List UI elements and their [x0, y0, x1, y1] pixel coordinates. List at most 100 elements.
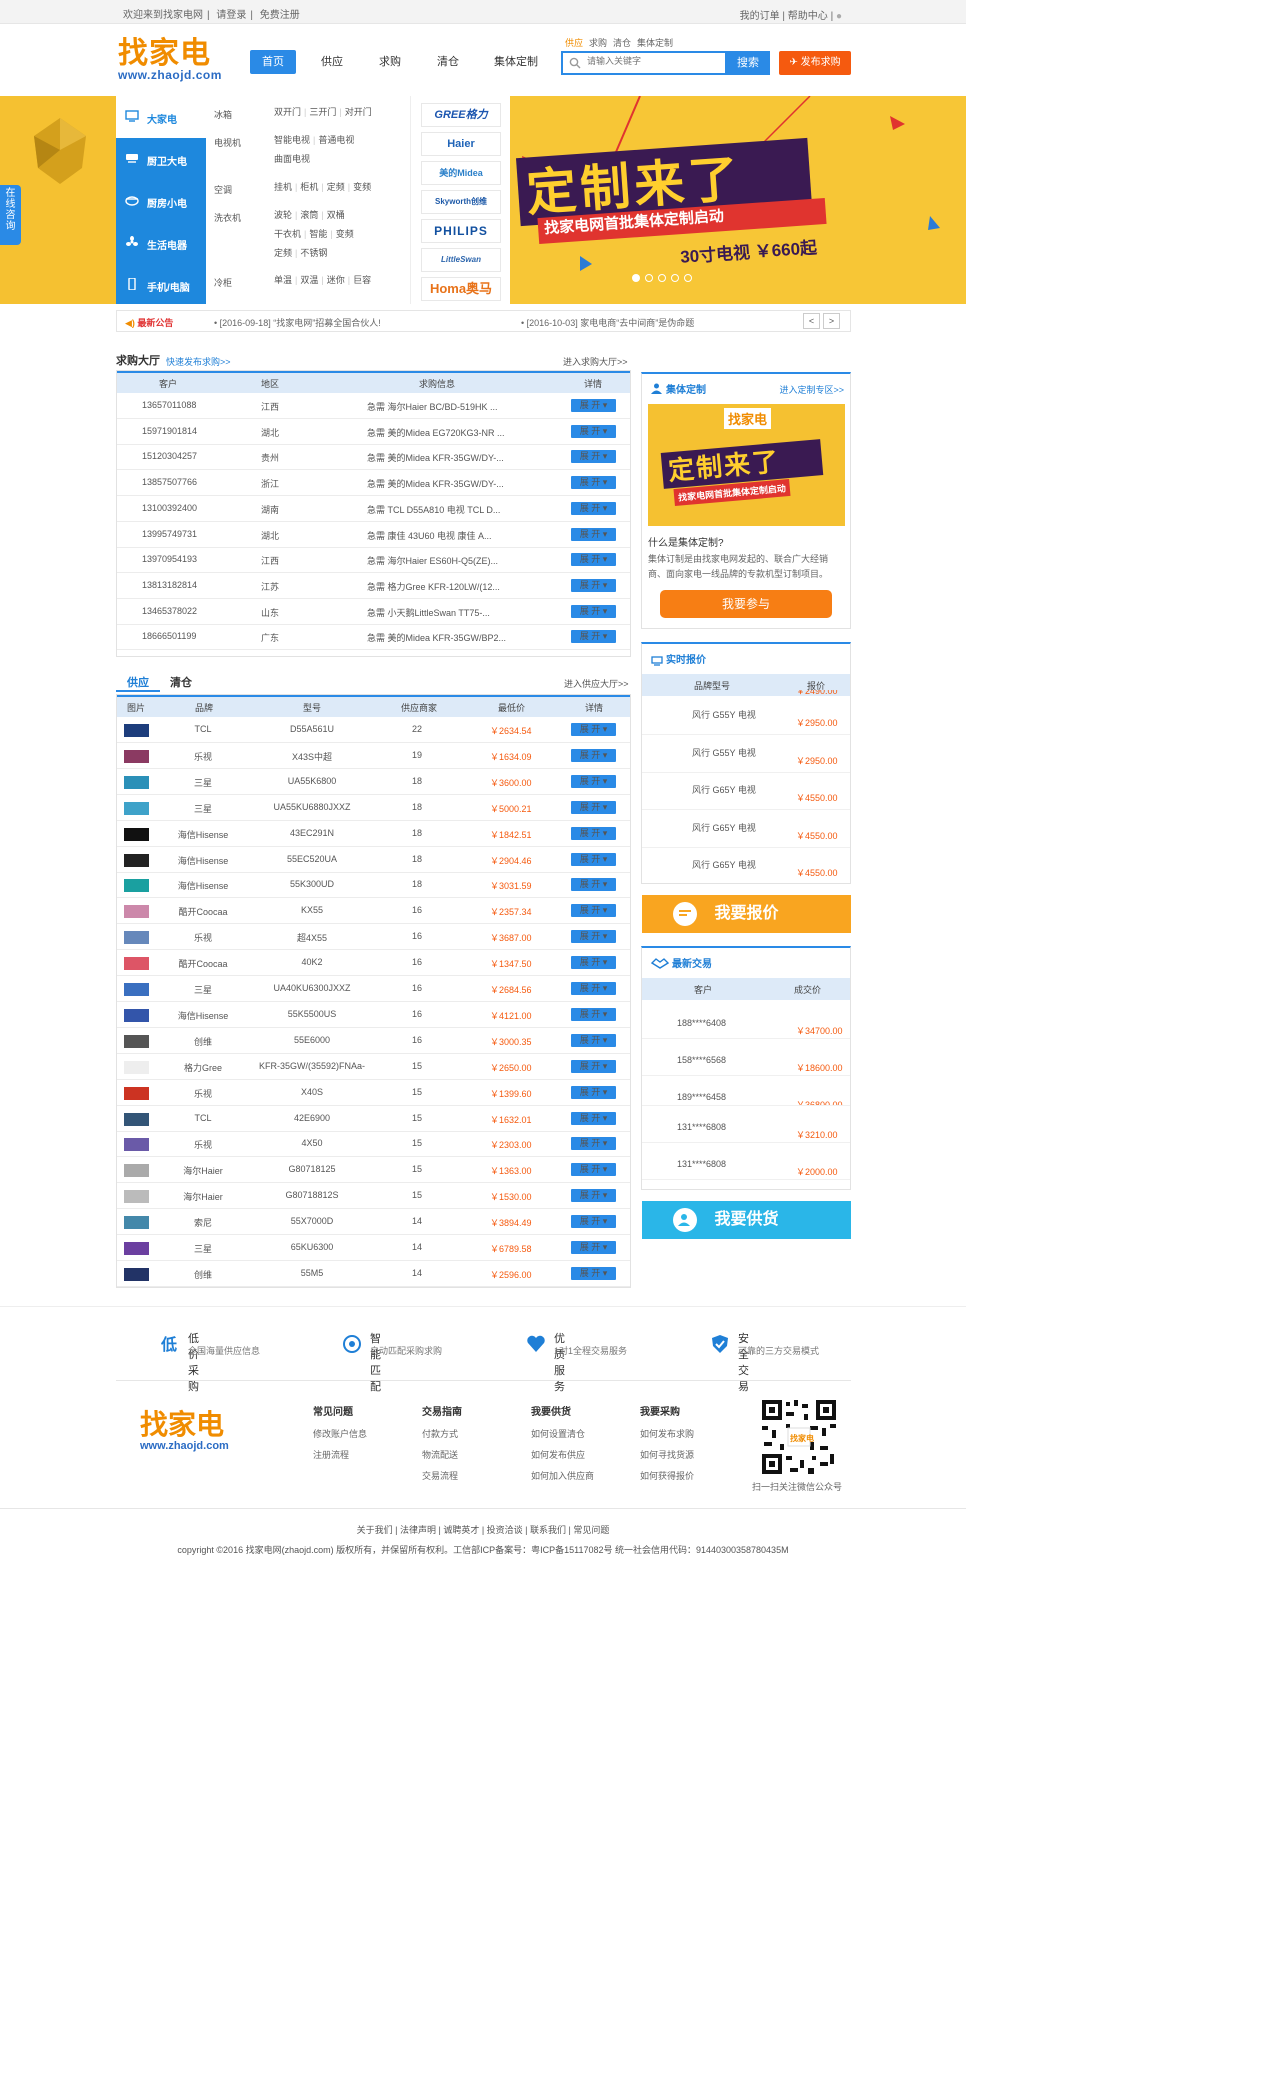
nav-custom[interactable]: 集体定制 — [486, 50, 546, 74]
brand-homa[interactable]: Homa奥马 — [421, 277, 501, 301]
footer-link[interactable]: 付款方式 — [422, 1427, 462, 1440]
footer-logo[interactable]: 找家电 www.zhaojd.com — [140, 1410, 260, 1453]
subcat-link[interactable]: 普通电视 — [318, 131, 354, 150]
expand-button[interactable]: 展 开 ▾ — [571, 930, 616, 944]
expand-button[interactable]: 展 开 ▾ — [571, 450, 616, 464]
login-link[interactable]: 请登录 — [216, 10, 246, 21]
category-kitchen-small[interactable]: 厨房小电 — [116, 180, 206, 222]
brand-haier[interactable]: Haier — [421, 132, 501, 156]
expand-button[interactable]: 展 开 ▾ — [571, 1266, 616, 1280]
supply-tab-clearance[interactable]: 清仓 — [170, 674, 192, 690]
subcat-link[interactable]: 双开门 — [274, 103, 301, 122]
footer-link[interactable]: 如何发布求购 — [640, 1427, 694, 1440]
publish-purchase-button[interactable]: ✈ 发布求购 — [779, 51, 851, 75]
nav-clearance[interactable]: 清仓 — [428, 50, 468, 74]
subcat-link[interactable]: 挂机 — [274, 178, 292, 197]
footer-link[interactable]: 如何设置清仓 — [531, 1427, 594, 1440]
footer-link[interactable]: 如何寻找货源 — [640, 1448, 694, 1461]
category-big-appliance[interactable]: 大家电 — [116, 96, 206, 138]
subcat-link[interactable]: 双桶 — [327, 206, 345, 225]
nav-home[interactable]: 首页 — [250, 50, 296, 74]
expand-button[interactable]: 展 开 ▾ — [571, 630, 616, 644]
expand-button[interactable]: 展 开 ▾ — [571, 1007, 616, 1021]
notice-item[interactable]: • [2016-09-18] “找家电网”招募全国合伙人! — [214, 316, 381, 329]
search-tab-custom[interactable]: 集体定制 — [637, 38, 673, 48]
footer-link[interactable]: 交易流程 — [422, 1469, 462, 1482]
carousel-dot[interactable] — [684, 274, 692, 282]
help-link[interactable]: 帮助中心 — [788, 11, 828, 22]
brand-midea[interactable]: 美的Midea — [421, 161, 501, 185]
subcat-link[interactable]: 滚筒 — [300, 206, 318, 225]
search-button[interactable]: 搜索 — [726, 51, 770, 75]
subcat-link[interactable]: 柜机 — [300, 178, 318, 197]
nav-purchase[interactable]: 求购 — [370, 50, 410, 74]
footer-link[interactable]: 注册流程 — [313, 1448, 367, 1461]
subcat-link[interactable]: 变频 — [353, 178, 371, 197]
carousel-dot[interactable] — [671, 274, 679, 282]
carousel-slide[interactable]: 定制来了 找家电网首批集体定制启动 30寸电视 ￥660起 — [510, 96, 966, 304]
search-tab-purchase[interactable]: 求购 — [589, 38, 607, 48]
expand-button[interactable]: 展 开 ▾ — [571, 826, 616, 840]
carousel-dot[interactable] — [658, 274, 666, 282]
subcat-link[interactable]: 定频 — [327, 178, 345, 197]
expand-button[interactable]: 展 开 ▾ — [571, 501, 616, 515]
subcat-link[interactable]: 巨容 — [353, 271, 371, 290]
expand-button[interactable]: 展 开 ▾ — [571, 800, 616, 814]
search-input[interactable] — [587, 56, 717, 66]
expand-button[interactable]: 展 开 ▾ — [571, 904, 616, 918]
expand-button[interactable]: 展 开 ▾ — [571, 1137, 616, 1151]
enter-purchase-hall-link[interactable]: 进入求购大厅>> — [563, 355, 628, 368]
expand-button[interactable]: 展 开 ▾ — [571, 774, 616, 788]
footer-link[interactable]: 如何获得报价 — [640, 1469, 694, 1482]
brand-littleswan[interactable]: LittleSwan — [421, 248, 501, 272]
join-custom-button[interactable]: 我要参与 — [660, 590, 832, 618]
brand-skyworth[interactable]: Skyworth创维 — [421, 190, 501, 214]
subcat-link[interactable]: 不锈钢 — [300, 244, 327, 263]
subcat-link[interactable]: 迷你 — [327, 271, 345, 290]
brand-philips[interactable]: PHILIPS — [421, 219, 501, 243]
subcat-link[interactable]: 变频 — [336, 225, 354, 244]
subcat-link[interactable]: 三开门 — [309, 103, 336, 122]
bottom-links[interactable]: 关于我们 | 法律声明 | 诚聘英才 | 投资洽谈 | 联系我们 | 常见问题 — [0, 1523, 966, 1536]
footer-link[interactable]: 如何发布供应 — [531, 1448, 594, 1461]
subcat-link[interactable]: 曲面电视 — [274, 150, 310, 169]
notice-next-button[interactable]: > — [823, 313, 840, 329]
expand-button[interactable]: 展 开 ▾ — [571, 723, 616, 736]
footer-link[interactable]: 物流配送 — [422, 1448, 462, 1461]
expand-button[interactable]: 展 开 ▾ — [571, 1189, 616, 1203]
expand-button[interactable]: 展 开 ▾ — [571, 527, 616, 541]
footer-link[interactable]: 修改账户信息 — [313, 1427, 367, 1440]
expand-button[interactable]: 展 开 ▾ — [571, 476, 616, 490]
expand-button[interactable]: 展 开 ▾ — [571, 1111, 616, 1125]
expand-button[interactable]: 展 开 ▾ — [571, 1241, 616, 1254]
custom-panel-link[interactable]: 进入定制专区>> — [779, 383, 844, 396]
search-tab-supply[interactable]: 供应 — [565, 38, 583, 48]
site-logo[interactable]: 找家电 www.zhaojd.com — [118, 38, 230, 86]
carousel-dot[interactable] — [632, 274, 640, 282]
subcat-link[interactable]: 单温 — [274, 271, 292, 290]
expand-button[interactable]: 展 开 ▾ — [571, 982, 616, 995]
category-kitchen-big[interactable]: 厨卫大电 — [116, 138, 206, 180]
category-living[interactable]: 生活电器 — [116, 222, 206, 264]
quote-button[interactable]: 我要报价 — [642, 895, 851, 933]
wechat-icon[interactable]: ● — [836, 11, 842, 22]
notice-item[interactable]: • [2016-10-03] 家电电商“去中间商”是伪命题 — [521, 316, 694, 329]
supply-button[interactable]: 我要供货 — [642, 1201, 851, 1239]
brand-gree[interactable]: GREE格力 — [421, 103, 501, 127]
nav-supply[interactable]: 供应 — [312, 50, 352, 74]
expand-button[interactable]: 展 开 ▾ — [571, 748, 616, 762]
carousel-dot[interactable] — [645, 274, 653, 282]
expand-button[interactable]: 展 开 ▾ — [571, 878, 616, 892]
expand-button[interactable]: 展 开 ▾ — [571, 1215, 616, 1229]
expand-button[interactable]: 展 开 ▾ — [571, 852, 616, 866]
expand-button[interactable]: 展 开 ▾ — [571, 1085, 616, 1099]
subcat-link[interactable]: 波轮 — [274, 206, 292, 225]
expand-button[interactable]: 展 开 ▾ — [571, 956, 616, 970]
category-phone-pc[interactable]: 手机/电脑 — [116, 264, 206, 306]
expand-button[interactable]: 展 开 ▾ — [571, 553, 616, 567]
expand-button[interactable]: 展 开 ▾ — [571, 1033, 616, 1047]
expand-button[interactable]: 展 开 ▾ — [571, 604, 616, 618]
subcat-link[interactable]: 定频 — [274, 244, 292, 263]
subcat-link[interactable]: 干衣机 — [274, 225, 301, 244]
footer-link[interactable]: 如何加入供应商 — [531, 1469, 594, 1482]
